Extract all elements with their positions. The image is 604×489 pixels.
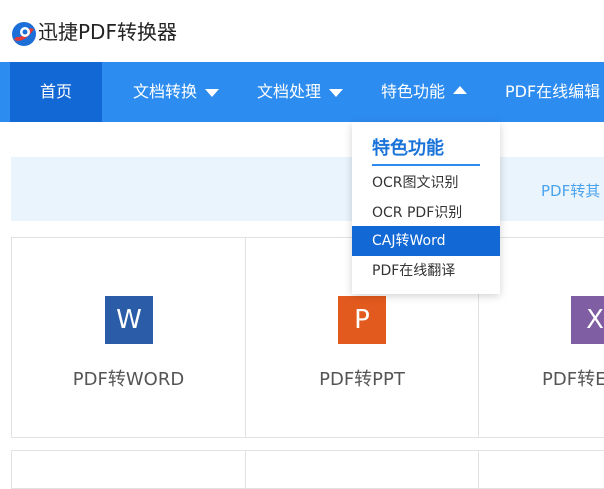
nav-item-label: 文档处理	[257, 82, 322, 101]
caret-down-icon	[329, 88, 344, 97]
powerpoint-icon: P	[338, 296, 386, 344]
dropdown-item-ocr-image-text[interactable]: OCR图文识别	[352, 168, 500, 198]
special-features-dropdown: 特色功能 OCR图文识别 OCR PDF识别 CAJ转Word PDF在线翻译	[352, 122, 500, 294]
nav-item-doc-process[interactable]: 文档处理	[257, 62, 344, 122]
dropdown-item-ocr-pdf[interactable]: OCR PDF识别	[352, 198, 500, 228]
word-icon: W	[105, 296, 153, 344]
nav-item-label: PDF在线编辑	[505, 82, 601, 101]
dropdown-item-caj-to-word[interactable]: CAJ转Word	[352, 226, 500, 256]
tool-card[interactable]	[245, 450, 479, 489]
logo-icon[interactable]	[10, 20, 38, 48]
nav-item-label: 文档转换	[133, 82, 198, 101]
banner-link[interactable]: PDF转其	[541, 180, 600, 201]
brand-name[interactable]: 迅捷PDF转换器	[38, 18, 177, 46]
tool-card[interactable]	[11, 450, 246, 489]
tool-card-label: PDF转E	[542, 369, 604, 390]
banner-strip	[11, 157, 604, 221]
main-nav: 首页 文档转换 文档处理 特色功能 PDF在线编辑	[0, 62, 604, 122]
tool-card[interactable]	[478, 450, 604, 489]
caret-down-icon	[205, 88, 220, 97]
site-header: 迅捷PDF转换器	[0, 0, 604, 62]
tool-card-label: PDF转WORD	[72, 369, 185, 390]
nav-item-home[interactable]: 首页	[10, 62, 102, 122]
caret-up-icon	[453, 85, 468, 94]
tool-card-pdf-to-word[interactable]: W PDF转WORD	[11, 237, 246, 438]
tool-grid-row	[11, 450, 604, 489]
nav-item-doc-convert[interactable]: 文档转换	[133, 62, 220, 122]
dropdown-item-pdf-online-translate[interactable]: PDF在线翻译	[352, 256, 500, 286]
page: 迅捷PDF转换器 首页 文档转换 文档处理 特色功能 PDF在线编辑 PDF转其…	[0, 0, 604, 489]
dropdown-title-underline	[372, 164, 480, 166]
nav-item-label: 首页	[39, 82, 72, 101]
nav-item-special-features[interactable]: 特色功能	[381, 62, 468, 122]
nav-item-label: 特色功能	[381, 82, 446, 101]
nav-item-pdf-online-edit[interactable]: PDF在线编辑	[505, 62, 600, 122]
excel-icon: X	[571, 296, 604, 344]
tool-card-label: PDF转PPT	[319, 369, 405, 390]
dropdown-title: 特色功能	[372, 138, 444, 159]
tool-grid-row: W PDF转WORD P PDF转PPT X PDF转E	[11, 237, 604, 438]
